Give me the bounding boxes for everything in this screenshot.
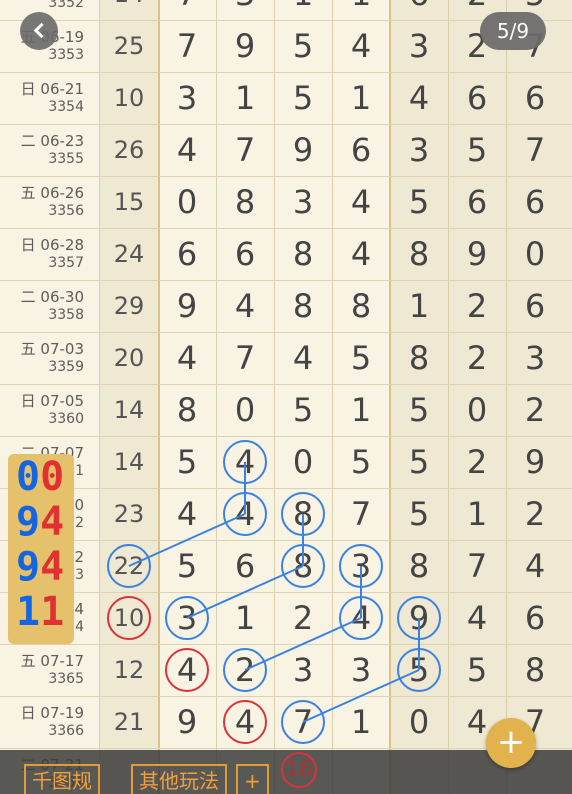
trend-chart-screen: 3352 14 7 3 1 1 6 2 5 五 06-1933532579543… [0,0,572,794]
highlight-circle [397,648,441,692]
highlight-circle [339,544,383,588]
toolbar-button-add[interactable]: + [236,764,269,794]
code-digit-blue: 9 [16,544,41,590]
code-digit-blue: 9 [16,499,41,545]
highlight-circle [281,492,325,536]
code-digit-blue: 0 [16,454,41,500]
code-digit-red: 4 [40,499,65,545]
sum-circle: 16 [281,752,317,788]
highlight-circle [165,648,209,692]
code-digit-red: 4 [40,544,65,590]
toolbar-button-tu-gui[interactable]: 千图规 [24,764,100,794]
highlight-circle [339,596,383,640]
code-overlay-box[interactable]: 00 94 94 11 [8,454,74,644]
page-indicator: 5/9 [480,12,546,50]
highlight-circle [281,544,325,588]
code-pair: 94 [8,499,74,545]
code-digit-red: 1 [40,589,65,635]
trend-lines [128,462,420,723]
highlight-circle [281,700,325,744]
add-fab-button[interactable]: + [486,718,536,768]
highlight-circle [397,596,441,640]
code-pair: 00 [8,454,74,500]
code-digit-red: 0 [40,454,65,500]
highlight-circle [223,492,267,536]
highlight-circle [107,596,151,640]
code-pair: 11 [8,589,74,635]
highlight-circle [165,596,209,640]
highlight-circle [223,700,267,744]
toolbar-button-other-play[interactable]: 其他玩法 [131,764,227,794]
highlight-circle [223,648,267,692]
code-digit-blue: 1 [16,589,41,635]
code-pair: 94 [8,544,74,590]
highlight-circle [107,544,151,588]
highlight-circle [223,440,267,484]
back-button[interactable] [20,12,58,50]
